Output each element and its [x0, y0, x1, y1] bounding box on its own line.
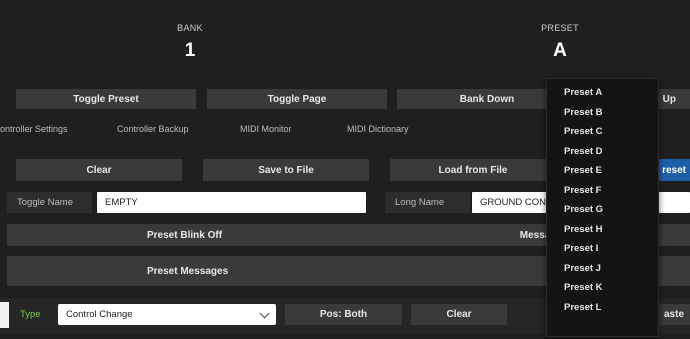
long-name-label: Long Name — [385, 192, 470, 213]
toggle-name-label: Toggle Name — [7, 192, 92, 213]
dropdown-item-preset[interactable]: Preset J — [547, 259, 658, 279]
toggle-name-input[interactable]: EMPTY — [97, 192, 366, 213]
bank-label: BANK — [177, 23, 203, 33]
dropdown-item-preset[interactable]: Preset C — [547, 122, 658, 142]
save-to-file-button[interactable]: Save to File — [203, 159, 369, 181]
dropdown-item-preset[interactable]: Preset I — [547, 239, 658, 259]
chevron-down-icon — [259, 308, 270, 319]
row-handle[interactable] — [0, 302, 9, 328]
clear-button[interactable]: Clear — [16, 159, 182, 181]
nav-controller-backup[interactable]: Controller Backup — [117, 124, 189, 134]
dropdown-item-preset[interactable]: Preset H — [547, 220, 658, 240]
dropdown-item-preset[interactable]: Preset A — [547, 83, 658, 103]
dropdown-item-preset[interactable]: Preset L — [547, 298, 658, 318]
dropdown-item-preset[interactable]: Preset D — [547, 142, 658, 162]
dropdown-item-preset[interactable]: Preset F — [547, 181, 658, 201]
dropdown-item-preset[interactable]: Preset K — [547, 278, 658, 298]
toggle-page-button[interactable]: Toggle Page — [207, 89, 387, 109]
type-select[interactable]: Control Change — [58, 304, 276, 325]
preset-blink-label: Preset Blink Off — [147, 229, 223, 241]
load-from-file-button[interactable]: Load from File — [390, 159, 556, 181]
nav-midi-dictionary[interactable]: MIDI Dictionary — [347, 124, 409, 134]
nav-controller-settings[interactable]: ontroller Settings — [0, 124, 68, 134]
preset-dropdown-menu: Preset A Preset B Preset C Preset D Preset E… — [546, 78, 659, 337]
pos-button[interactable]: Pos: Both — [285, 304, 402, 325]
bank-value: 1 — [184, 40, 196, 61]
nav-midi-monitor[interactable]: MIDI Monitor — [240, 124, 292, 134]
dropdown-item-preset[interactable]: Preset B — [547, 103, 658, 123]
type-select-value: Control Change — [66, 309, 133, 320]
clear-message-button[interactable]: Clear — [411, 304, 507, 325]
toggle-preset-button[interactable]: Toggle Preset — [16, 89, 196, 109]
preset-label: PRESET — [541, 23, 579, 33]
dropdown-item-preset[interactable]: Preset E — [547, 161, 658, 181]
preset-value: A — [553, 40, 567, 61]
type-label: Type — [20, 308, 41, 320]
dropdown-item-preset[interactable]: Preset G — [547, 200, 658, 220]
